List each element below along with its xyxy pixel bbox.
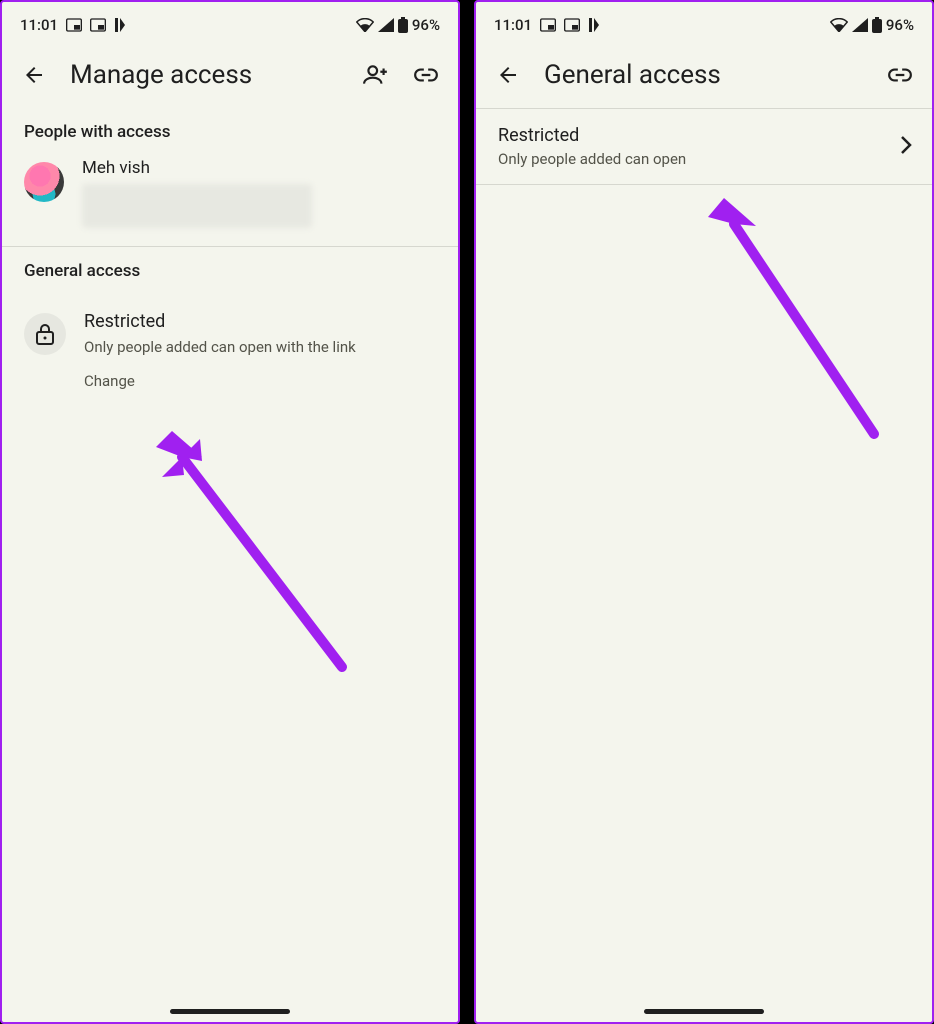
wifi-icon <box>356 18 374 32</box>
signal-icon <box>378 18 394 32</box>
play-icon <box>114 18 126 32</box>
app-bar: Manage access <box>2 34 458 108</box>
general-access-title: Restricted <box>84 311 356 332</box>
page-title: General access <box>544 60 864 90</box>
back-button[interactable] <box>20 61 48 89</box>
link-button[interactable] <box>412 61 440 89</box>
pip-icon <box>540 18 556 32</box>
battery-icon <box>398 17 408 33</box>
nav-handle[interactable] <box>170 1009 290 1014</box>
general-access-row[interactable]: Restricted Only people added can open wi… <box>2 291 458 400</box>
avatar <box>24 162 64 202</box>
person-email-redacted <box>82 184 312 228</box>
battery-percent: 96% <box>886 16 914 34</box>
general-access-heading: General access <box>2 247 458 291</box>
status-bar: 11:01 <box>2 2 458 34</box>
add-person-button[interactable] <box>362 61 390 89</box>
person-row[interactable]: Meh vish <box>2 152 458 246</box>
app-bar: General access <box>476 34 932 108</box>
screen-manage-access: 11:01 <box>0 0 460 1024</box>
annotation-arrow <box>142 417 362 677</box>
annotation-arrow <box>694 184 894 444</box>
wifi-icon <box>830 18 848 32</box>
signal-icon <box>852 18 868 32</box>
people-section-heading: People with access <box>2 108 458 152</box>
row-subtitle: Only people added can open <box>498 150 686 168</box>
pip-icon-2 <box>564 18 580 32</box>
link-button[interactable] <box>886 61 914 89</box>
lock-icon <box>24 313 66 355</box>
row-title: Restricted <box>498 125 686 146</box>
battery-percent: 96% <box>412 16 440 34</box>
battery-icon <box>872 17 882 33</box>
pip-icon <box>66 18 82 32</box>
general-access-subtitle: Only people added can open with the link <box>84 338 356 356</box>
screen-general-access: 11:01 <box>474 0 934 1024</box>
play-icon <box>588 18 600 32</box>
chevron-right-icon <box>900 135 912 159</box>
change-link[interactable]: Change <box>84 372 356 390</box>
status-bar: 11:01 <box>476 2 932 34</box>
back-button[interactable] <box>494 61 522 89</box>
status-time: 11:01 <box>20 16 58 34</box>
status-time: 11:01 <box>494 16 532 34</box>
restricted-row[interactable]: Restricted Only people added can open <box>476 108 932 185</box>
pip-icon-2 <box>90 18 106 32</box>
person-name: Meh vish <box>82 158 312 178</box>
page-title: Manage access <box>70 60 340 90</box>
nav-handle[interactable] <box>644 1009 764 1014</box>
